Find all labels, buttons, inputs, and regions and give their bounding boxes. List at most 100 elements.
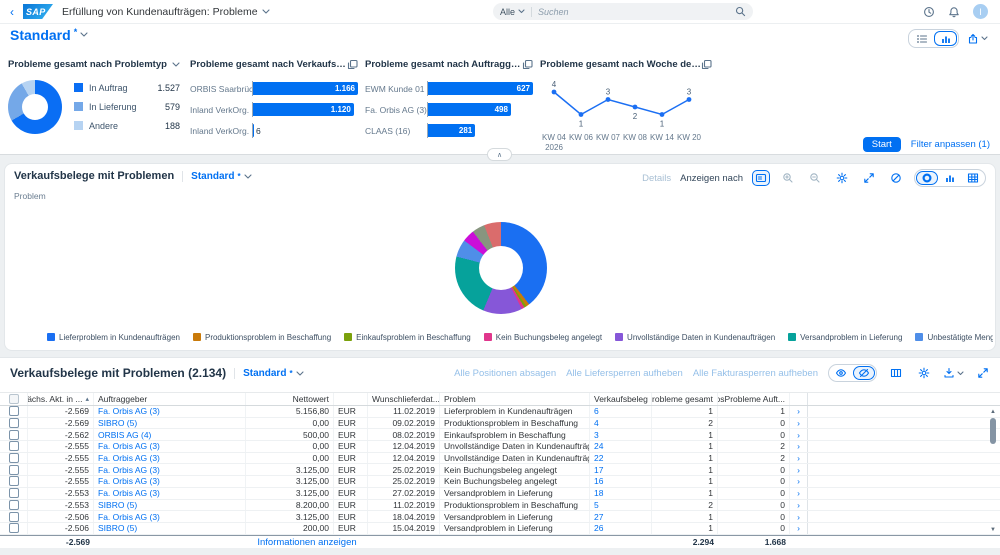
- row-navigation-chevron[interactable]: ›: [790, 522, 808, 534]
- overlay-icon[interactable]: [701, 59, 712, 70]
- shell-search[interactable]: Alle Suchen: [493, 3, 753, 20]
- row-navigation-chevron[interactable]: ›: [790, 487, 808, 499]
- chart-variant-selector[interactable]: Standard *: [182, 170, 252, 182]
- chart-view-button[interactable]: [934, 31, 957, 46]
- column-header-auftraggeber[interactable]: Auftraggeber: [94, 393, 246, 405]
- select-all-checkbox[interactable]: [8, 394, 19, 404]
- row-navigation-chevron[interactable]: ›: [790, 452, 808, 464]
- row-checkbox[interactable]: [8, 511, 19, 522]
- column-header-probleme-gesamt[interactable]: Probleme gesamt: [652, 393, 718, 405]
- row-checkbox[interactable]: [8, 453, 19, 464]
- overlay-icon[interactable]: [347, 59, 358, 70]
- search-scope-select[interactable]: Alle: [500, 7, 525, 17]
- row-checkbox[interactable]: [8, 488, 19, 499]
- legend-item[interactable]: Produktionsproblem in Beschaffung: [192, 333, 331, 342]
- donut-chart-type-button[interactable]: [916, 171, 938, 185]
- vertical-scrollbar[interactable]: ▲ ▼: [989, 408, 997, 534]
- cell-verkaufsbeleg-link[interactable]: 26: [590, 522, 652, 534]
- cancel-all-items-link[interactable]: Alle Positionen absagen: [454, 368, 556, 379]
- cell-auftraggeber-link[interactable]: Fa. Orbis AG (3): [94, 441, 246, 452]
- table-fullscreen-button[interactable]: [974, 365, 992, 381]
- legend-toggle-button[interactable]: [752, 170, 770, 186]
- scrollbar-thumb[interactable]: [990, 418, 996, 444]
- bar-segment[interactable]: 1.166: [253, 82, 358, 95]
- legend-item[interactable]: Kein Buchungsbeleg angelegt: [483, 333, 602, 342]
- cell-verkaufsbeleg-link[interactable]: 24: [590, 441, 652, 452]
- column-header-nettowert[interactable]: Nettowert: [246, 393, 334, 405]
- row-checkbox[interactable]: [8, 523, 19, 534]
- row-navigation-chevron[interactable]: ›: [790, 511, 808, 522]
- row-navigation-chevron[interactable]: ›: [790, 499, 808, 511]
- cell-verkaufsbeleg-link[interactable]: 22: [590, 452, 652, 464]
- adapt-filters-link[interactable]: Filter anpassen (1): [911, 139, 990, 150]
- cell-auftraggeber-link[interactable]: SIBRO (5): [94, 499, 246, 511]
- bar-segment[interactable]: 498: [428, 103, 511, 116]
- remove-billing-blocks-link[interactable]: Alle Fakturasperren aufheben: [693, 368, 818, 379]
- chart-settings-button[interactable]: [833, 170, 851, 186]
- show-details-button[interactable]: [830, 366, 852, 380]
- row-navigation-chevron[interactable]: ›: [790, 464, 808, 476]
- search-icon[interactable]: [735, 6, 746, 17]
- table-type-button[interactable]: [962, 171, 984, 185]
- row-navigation-chevron[interactable]: ›: [790, 476, 808, 487]
- card-problemtyp[interactable]: Probleme gesamt nach Problemtyp In Auftr…: [8, 58, 180, 144]
- cell-auftraggeber-link[interactable]: SIBRO (5): [94, 417, 246, 429]
- remove-delivery-blocks-link[interactable]: Alle Liefersperren aufheben: [566, 368, 683, 379]
- cell-auftraggeber-link[interactable]: Fa. Orbis AG (3): [94, 452, 246, 464]
- cell-verkaufsbeleg-link[interactable]: 4: [590, 417, 652, 429]
- column-header-verkaufsbeleg[interactable]: Verkaufsbeleg↕: [590, 393, 652, 405]
- legend-item[interactable]: Lieferproblem in Kundenaufträgen: [47, 333, 180, 342]
- exclude-button[interactable]: [887, 170, 905, 186]
- page-variant-selector[interactable]: Standard *: [10, 27, 88, 43]
- table-variant-selector[interactable]: Standard *: [234, 367, 304, 379]
- legend-item[interactable]: Versandproblem in Lieferung: [788, 333, 902, 342]
- cell-auftraggeber-link[interactable]: Fa. Orbis AG (3): [94, 511, 246, 522]
- search-input[interactable]: Suchen: [538, 7, 729, 17]
- bar-segment[interactable]: 1.120: [253, 103, 354, 116]
- start-button[interactable]: Start: [862, 137, 901, 152]
- table-settings-button[interactable]: [915, 365, 933, 381]
- column-header-posprobleme[interactable]: PosProbleme Auft...: [718, 393, 790, 405]
- problems-donut-chart[interactable]: [455, 222, 547, 314]
- filter-fields-button[interactable]: [910, 31, 933, 46]
- cell-verkaufsbeleg-link[interactable]: 6: [590, 406, 652, 417]
- export-menu[interactable]: [943, 367, 964, 379]
- cell-verkaufsbeleg-link[interactable]: 3: [590, 429, 652, 441]
- row-checkbox[interactable]: [8, 429, 19, 440]
- scroll-up-icon[interactable]: ▲: [990, 408, 996, 416]
- row-checkbox[interactable]: [8, 441, 19, 452]
- cell-verkaufsbeleg-link[interactable]: 18: [590, 487, 652, 499]
- cell-auftraggeber-link[interactable]: ORBIS AG (4): [94, 429, 246, 441]
- row-checkbox[interactable]: [8, 499, 19, 510]
- scroll-down-icon[interactable]: ▼: [990, 526, 996, 534]
- overlay-icon[interactable]: [522, 59, 533, 70]
- card-verkaufsorganisation[interactable]: Probleme gesamt nach Verkaufsorganis... …: [190, 58, 358, 144]
- row-navigation-chevron[interactable]: ›: [790, 429, 808, 441]
- avatar[interactable]: I: [973, 4, 988, 19]
- app-title-menu[interactable]: Erfüllung von Kundenaufträgen: Probleme: [62, 6, 270, 18]
- cell-auftraggeber-link[interactable]: Fa. Orbis AG (3): [94, 406, 246, 417]
- row-checkbox[interactable]: [8, 476, 19, 487]
- woche-line-chart[interactable]: 4 1 3 2 1 3: [540, 78, 712, 133]
- columns-button[interactable]: [887, 365, 905, 381]
- problemtyp-donut-chart[interactable]: [8, 80, 62, 134]
- column-header-naechste-aktion[interactable]: Nächs. Akt. in ...▴: [28, 393, 94, 405]
- collapse-header-button[interactable]: ∧: [487, 148, 512, 161]
- card-auftraggeber[interactable]: Probleme gesamt nach Auftraggeber EWM Ku…: [365, 58, 533, 144]
- column-header-wunschlieferdatum[interactable]: Wunschlieferdat...: [368, 393, 440, 405]
- row-checkbox[interactable]: [8, 418, 19, 429]
- back-button[interactable]: ‹: [10, 6, 14, 18]
- column-header-problem[interactable]: Problem: [440, 393, 590, 405]
- chevron-down-icon[interactable]: [172, 62, 180, 67]
- row-checkbox[interactable]: [8, 406, 19, 417]
- bar-chart-type-button[interactable]: [939, 171, 961, 185]
- anzeigen-nach-button[interactable]: Anzeigen nach: [680, 173, 743, 184]
- cell-verkaufsbeleg-link[interactable]: 5: [590, 499, 652, 511]
- cell-verkaufsbeleg-link[interactable]: 16: [590, 476, 652, 487]
- hide-details-button[interactable]: [853, 366, 875, 380]
- card-woche[interactable]: Probleme gesamt nach Woche des Wun... 4 1…: [540, 58, 712, 152]
- bar-segment[interactable]: 627: [428, 82, 533, 95]
- cell-auftraggeber-link[interactable]: SIBRO (5): [94, 522, 246, 534]
- cell-auftraggeber-link[interactable]: Fa. Orbis AG (3): [94, 476, 246, 487]
- fullscreen-button[interactable]: [860, 170, 878, 186]
